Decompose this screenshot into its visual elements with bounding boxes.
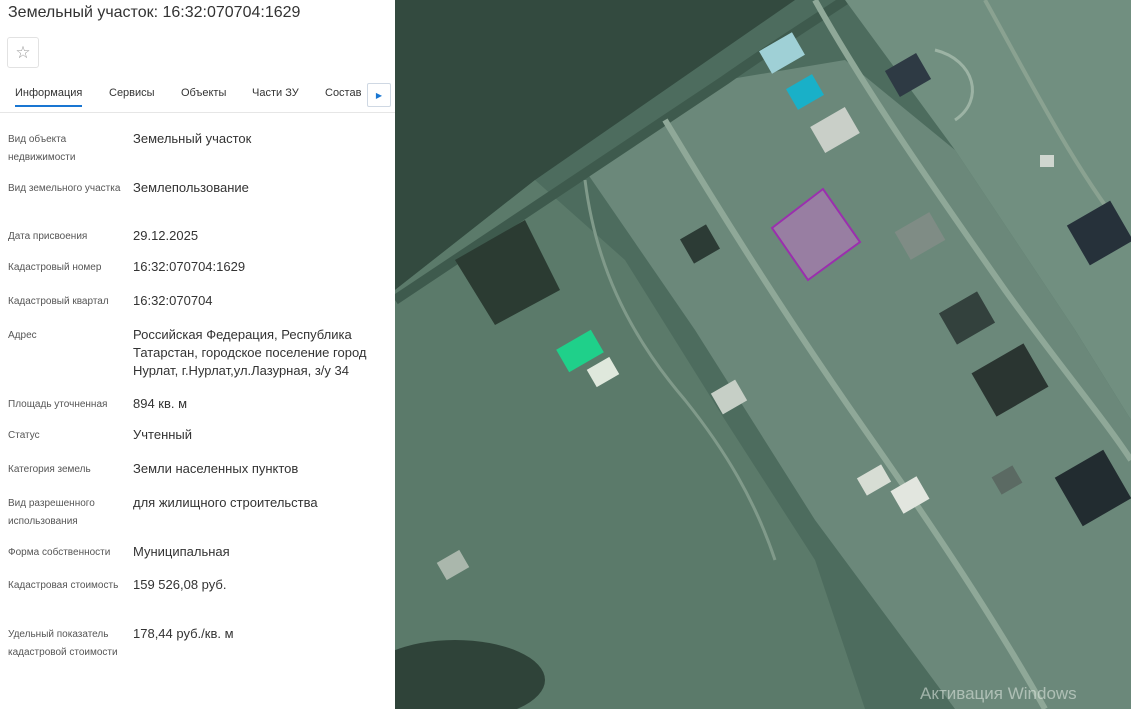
chevron-right-icon: ▶: [375, 90, 383, 100]
info-value: 29.12.2025: [133, 228, 199, 243]
info-value: Муниципальная: [133, 544, 230, 559]
star-icon: ☆: [15, 43, 31, 62]
info-label: Кадастровый квартал: [8, 296, 109, 307]
info-value: Земельный участок: [133, 131, 252, 146]
info-label: Кадастровая стоимость: [8, 580, 119, 591]
info-label: Вид разрешенного использования: [8, 498, 95, 527]
tab-bar: Информация Сервисы Объекты Части ЗУ Сост…: [0, 80, 395, 113]
satellite-map[interactable]: [395, 0, 1131, 709]
info-label: Форма собственности: [8, 547, 111, 558]
info-value: 159 526,08 руб.: [133, 577, 227, 592]
info-value: 178,44 руб./кв. м: [133, 626, 234, 641]
address-value: Российская Федерация, Республика Татарст…: [133, 327, 367, 378]
info-label: Статус: [8, 430, 40, 441]
tab-parts[interactable]: Части ЗУ: [252, 87, 299, 99]
info-label: Площадь уточненная: [8, 399, 108, 410]
info-value: 16:32:070704: [133, 293, 213, 308]
status-value: Учтенный: [133, 427, 193, 442]
info-label: Кадастровый номер: [8, 262, 102, 273]
favorite-button[interactable]: ☆: [7, 37, 39, 68]
info-value: Землепользование: [133, 180, 249, 195]
info-value: Земли населенных пунктов: [133, 461, 299, 476]
tab-objects[interactable]: Объекты: [181, 87, 226, 99]
info-label: Категория земель: [8, 464, 91, 475]
tab-information[interactable]: Информация: [15, 87, 83, 107]
page-title: Земельный участок: 16:32:070704:1629: [8, 4, 301, 21]
windows-activation-watermark: Активация Windows: [920, 684, 1077, 703]
info-value: 16:32:070704:1629: [133, 259, 246, 274]
info-value: 894 кв. м: [133, 396, 188, 411]
info-label: Дата присвоения: [8, 231, 88, 242]
info-label: Вид объекта недвижимости: [8, 134, 76, 163]
info-panel: Земельный участок: 16:32:070704:1629 ☆ И…: [0, 0, 395, 709]
info-label: Адрес: [8, 330, 37, 341]
info-value: для жилищного строительства: [133, 495, 318, 510]
info-label: Вид земельного участка: [8, 183, 121, 194]
tab-composition[interactable]: Состав: [325, 87, 361, 99]
house-roof: [1040, 155, 1054, 167]
info-label: Удельный показатель кадастровой стоимост…: [8, 629, 118, 658]
tabs-scroll-right-button[interactable]: ▶: [367, 83, 391, 107]
tab-services[interactable]: Сервисы: [109, 87, 155, 99]
